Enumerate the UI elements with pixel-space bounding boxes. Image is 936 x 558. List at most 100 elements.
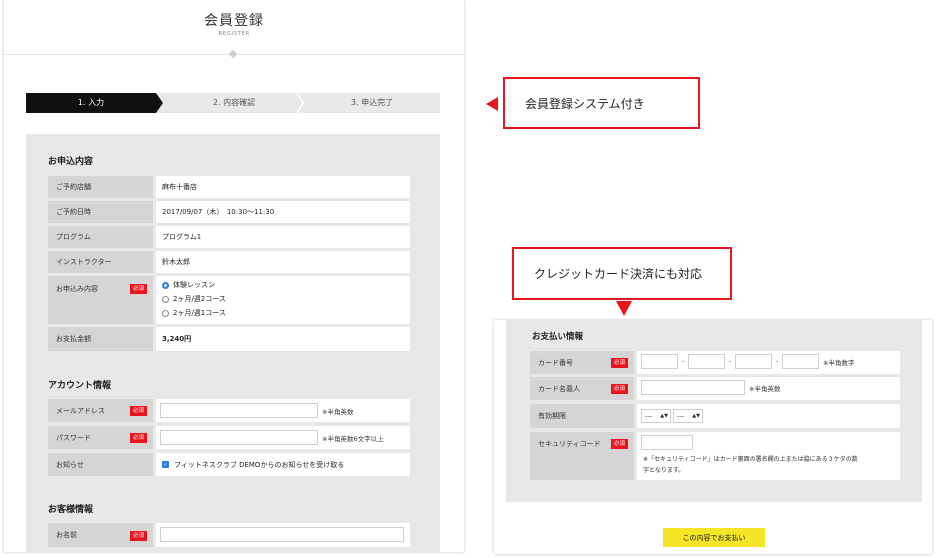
row-label: お名前 [56, 531, 77, 539]
row-value: ※半角英数 [637, 377, 900, 400]
form-area: お申込内容 ご予約店舗 麻布十番店 ご予約日時 2017/09/07（木） 10… [26, 134, 440, 552]
required-badge: 必須 [129, 406, 147, 416]
card-number-input-3[interactable] [735, 354, 772, 369]
row-label: セキュリティコード [538, 440, 601, 448]
option-trial-lesson[interactable]: 体験レッスン [162, 280, 215, 290]
row-card-number: カード番号 必須 - - - ※半角数字 [530, 351, 900, 374]
step-confirm: 2. 内容確認 [212, 98, 256, 107]
card-number-input-4[interactable] [782, 354, 819, 369]
submit-payment-button[interactable]: この内容でお支払い [663, 528, 765, 547]
row-name: お名前 必須 [48, 523, 410, 547]
chevron-updown-icon: ▲▼ [692, 413, 700, 419]
card-name-input[interactable] [641, 380, 745, 395]
callout-pointer-icon [616, 301, 632, 316]
radio-selected-icon[interactable] [162, 281, 169, 289]
step-separator-icon [296, 93, 304, 113]
name-input[interactable] [160, 527, 404, 542]
select-value: --- [677, 412, 685, 420]
option-2month-2week[interactable]: 2ヶ月/週2コース [162, 294, 226, 304]
row-label-wrap: セキュリティコード 必須 [530, 432, 634, 480]
callout-pointer-icon [486, 97, 498, 111]
row-label: パスワード [56, 433, 91, 442]
option-label: 2ヶ月/週2コース [173, 295, 226, 303]
input-hint: ※半角英数 [749, 385, 781, 393]
separator: - [682, 357, 685, 365]
password-input[interactable] [160, 430, 318, 445]
expiry-month-select[interactable]: --- ▲▼ [641, 409, 671, 423]
option-label: 体験レッスン [173, 281, 215, 289]
registration-form-panel: 会員登録 REGISTER 1. 入力 2. 内容確認 3. 申込完了 お申込内… [4, 0, 464, 552]
course-options: 体験レッスン 2ヶ月/週2コース 2ヶ月/週1コース [156, 276, 410, 324]
row-value: ※半角英数6文字以上 [156, 426, 410, 449]
row-datetime: ご予約日時 2017/09/07（木） 10:30〜11:30 [48, 201, 410, 223]
section-title-account: アカウント情報 [48, 381, 112, 391]
row-instructor: インストラクター 鈴木太郎 [48, 251, 410, 273]
row-amount: お支払金額 3,240円 [48, 327, 410, 351]
option-2month-1week[interactable]: 2ヶ月/週1コース [162, 308, 226, 318]
row-label-wrap: メールアドレス 必須 [48, 399, 153, 422]
payment-panel: お支払い情報 カード番号 必須 - - - ※半角数字 カード名義人 必須 ※半… [494, 320, 932, 554]
callout-credit-card: クレジットカード決済にも対応 [512, 247, 732, 300]
diamond-ornament-icon [228, 49, 238, 59]
required-badge: 必須 [129, 531, 147, 541]
row-card-name: カード名義人 必須 ※半角英数 [530, 377, 900, 400]
step-complete: 3. 申込完了 [350, 98, 394, 107]
select-value: --- [645, 412, 653, 420]
row-label-wrap: カード名義人 必須 [530, 377, 634, 400]
row-value: ✓ フィットネスクラブ DEMOからのお知らせを受け取る [156, 453, 410, 476]
expiry-year-select[interactable]: --- ▲▼ [673, 409, 703, 423]
section-title-payment: お支払い情報 [532, 332, 584, 342]
chevron-updown-icon: ▲▼ [660, 413, 668, 419]
row-label: メールアドレス [56, 406, 105, 415]
step-input: 1. 入力 [26, 93, 156, 113]
required-badge: 必須 [129, 284, 147, 294]
row-password: パスワード 必須 ※半角英数6文字以上 [48, 426, 410, 449]
separator: - [776, 357, 779, 365]
row-expiry: 有効期限 --- ▲▼ --- ▲▼ [530, 404, 900, 428]
callout-membership: 会員登録システム付き [503, 77, 700, 129]
row-label: プログラム [48, 226, 153, 248]
row-value: ※半角英数 [156, 399, 410, 422]
card-number-input-2[interactable] [688, 354, 725, 369]
row-label: お申込み内容 [56, 285, 98, 293]
row-label: お知らせ [48, 453, 153, 476]
radio-icon[interactable] [162, 309, 169, 317]
separator: - [729, 357, 732, 365]
step-indicator: 1. 入力 2. 内容確認 3. 申込完了 [26, 93, 440, 113]
row-value: --- ▲▼ --- ▲▼ [637, 404, 900, 428]
input-hint: ※半角数字 [823, 359, 855, 367]
row-value: 麻布十番店 [156, 176, 410, 198]
row-label-wrap: カード番号 必須 [530, 351, 634, 374]
row-store: ご予約店舗 麻布十番店 [48, 176, 410, 198]
amount-value: 3,240円 [156, 327, 410, 351]
payment-form-area: お支払い情報 カード番号 必須 - - - ※半角数字 カード名義人 必須 ※半… [506, 320, 922, 502]
page-subtitle: REGISTER [218, 31, 250, 37]
row-label-wrap: お名前 必須 [48, 523, 153, 547]
checkbox-checked-icon[interactable]: ✓ [162, 461, 169, 468]
section-title-application: お申込内容 [48, 157, 94, 167]
row-security-code: セキュリティコード 必須 ※「セキュリティコード」はカード裏面の署名欄の上または… [530, 432, 900, 480]
required-badge: 必須 [610, 384, 628, 394]
row-email: メールアドレス 必須 ※半角英数 [48, 399, 410, 422]
card-number-input-1[interactable] [641, 354, 678, 369]
row-application-content: お申込み内容 必須 体験レッスン 2ヶ月/週2コース 2ヶ月/週1コース [48, 276, 410, 324]
row-label: インストラクター [48, 251, 153, 273]
security-note: 字となります。 [643, 467, 685, 474]
row-value: 鈴木太郎 [156, 251, 410, 273]
row-label: ご予約日時 [48, 201, 153, 223]
row-value: プログラム1 [156, 226, 410, 248]
row-value [156, 523, 410, 547]
row-label-wrap: お申込み内容 必須 [48, 276, 153, 324]
radio-icon[interactable] [162, 295, 169, 303]
row-label: ご予約店舗 [48, 176, 153, 198]
row-value: ※「セキュリティコード」はカード裏面の署名欄の上または脇にある３ケタの数 字とな… [637, 432, 900, 480]
row-value: - - - ※半角数字 [637, 351, 900, 374]
row-notice: お知らせ ✓ フィットネスクラブ DEMOからのお知らせを受け取る [48, 453, 410, 476]
row-label: 有効期限 [530, 404, 634, 428]
input-hint: ※半角英数 [322, 408, 354, 416]
security-code-input[interactable] [641, 435, 693, 450]
email-input[interactable] [160, 403, 318, 418]
required-badge: 必須 [129, 433, 147, 443]
section-title-customer: お客様情報 [48, 505, 94, 515]
page-title: 会員登録 [204, 13, 264, 29]
